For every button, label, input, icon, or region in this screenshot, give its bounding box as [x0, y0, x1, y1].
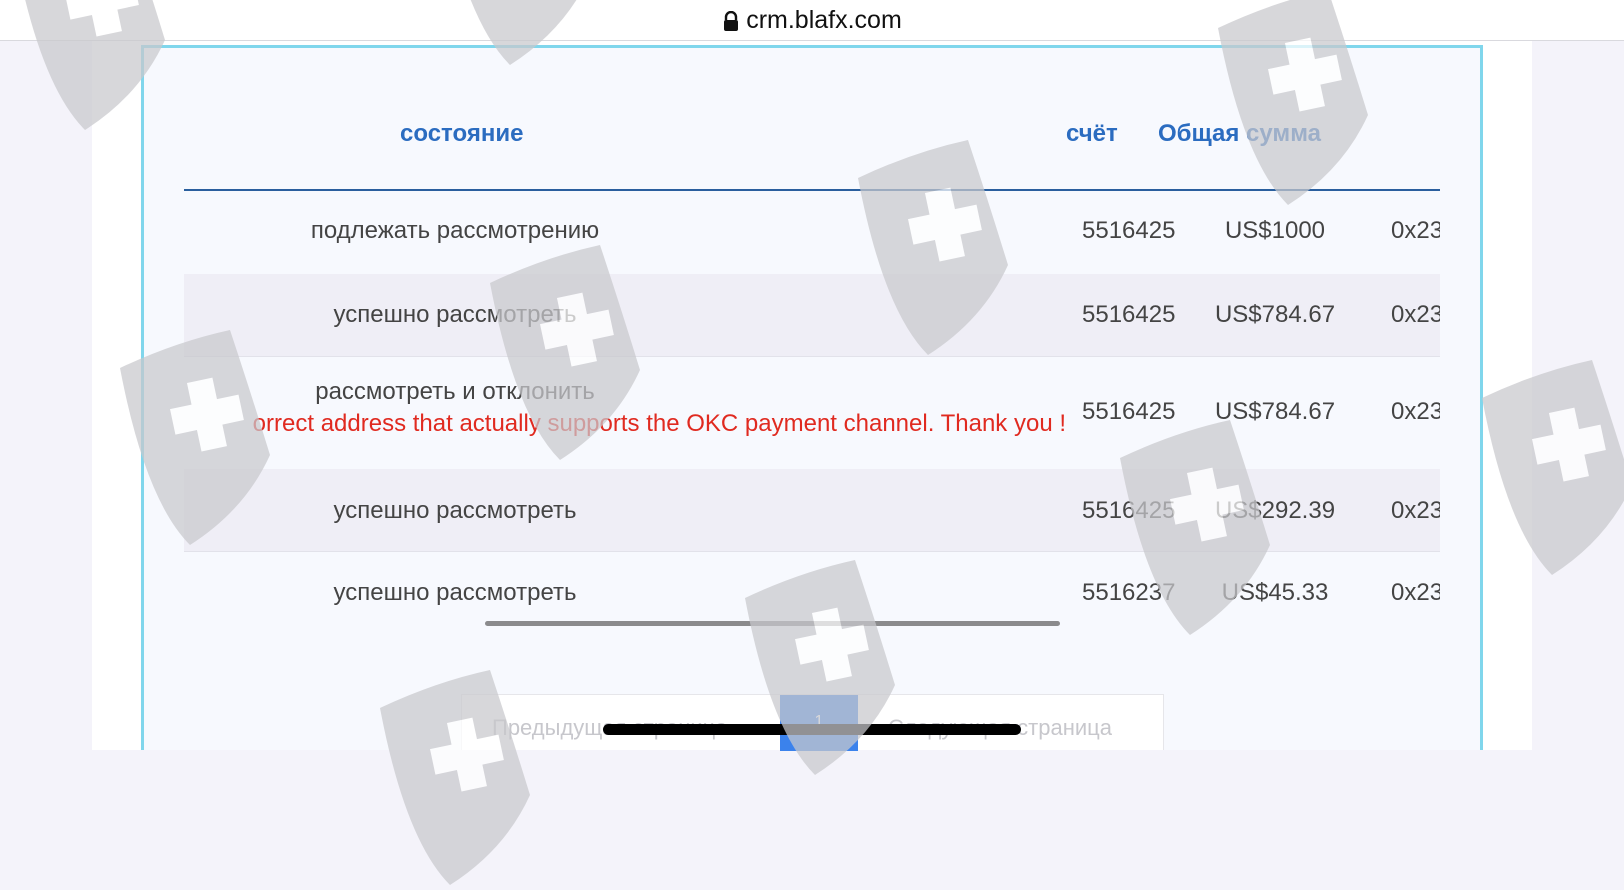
- row-account: 5516237: [1082, 579, 1176, 606]
- row-amount: US$292.39: [1214, 497, 1336, 524]
- row-account: 5516425: [1082, 398, 1176, 425]
- row-account: 5516425: [1082, 497, 1176, 524]
- row-address: 0x23: [1391, 217, 1440, 244]
- home-indicator: [603, 724, 1021, 735]
- row-account: 5516425: [1082, 217, 1176, 244]
- row-status: успешно рассмотреть: [333, 301, 577, 328]
- header-account: счёт: [1066, 120, 1118, 147]
- page-number-button[interactable]: 1: [780, 695, 858, 751]
- header-status: состояние: [400, 120, 524, 147]
- table-row[interactable]: успешно рассмотреть 5516237 US$45.33 0x2…: [184, 551, 1441, 630]
- url-text: crm.blafx.com: [746, 5, 902, 34]
- row-address: 0x23: [1391, 497, 1440, 524]
- row-address: 0x23: [1391, 579, 1440, 606]
- row-amount: US$1000: [1224, 217, 1326, 244]
- address-bar[interactable]: crm.blafx.com: [0, 0, 1624, 41]
- row-status: успешно рассмотреть: [333, 497, 577, 524]
- header-total: Общая сумма: [1158, 120, 1321, 147]
- row-status: подлежать рассмотрению: [310, 217, 600, 244]
- table-row[interactable]: успешно рассмотреть 5516425 US$292.39 0x…: [184, 469, 1440, 552]
- lock-icon: [724, 11, 739, 31]
- horizontal-scrollbar[interactable]: [485, 621, 1060, 626]
- pagination: Предыдущая страница 1 Следующая страница: [461, 694, 1164, 751]
- row-status: успешно рассмотреть: [333, 579, 577, 606]
- row-amount: US$784.67: [1214, 398, 1336, 425]
- table-row[interactable]: успешно рассмотреть 5516425 US$784.67 0x…: [184, 274, 1440, 357]
- table-row[interactable]: подлежать рассмотрению 5516425 US$1000 0…: [184, 191, 1440, 275]
- transactions-table[interactable]: состояние счёт Общая сумма подлежать рас…: [184, 90, 1440, 630]
- row-address: 0x23: [1391, 301, 1440, 328]
- rejection-reason: orrect address that actually supports th…: [252, 410, 1066, 437]
- row-account: 5516425: [1082, 301, 1176, 328]
- row-address: 0x23: [1391, 398, 1440, 425]
- row-status: рассмотреть и отклонить: [315, 378, 595, 405]
- table-row[interactable]: рассмотреть и отклонить orrect address t…: [184, 356, 1440, 470]
- row-amount: US$784.67: [1214, 301, 1336, 328]
- row-amount: US$45.33: [1221, 579, 1329, 606]
